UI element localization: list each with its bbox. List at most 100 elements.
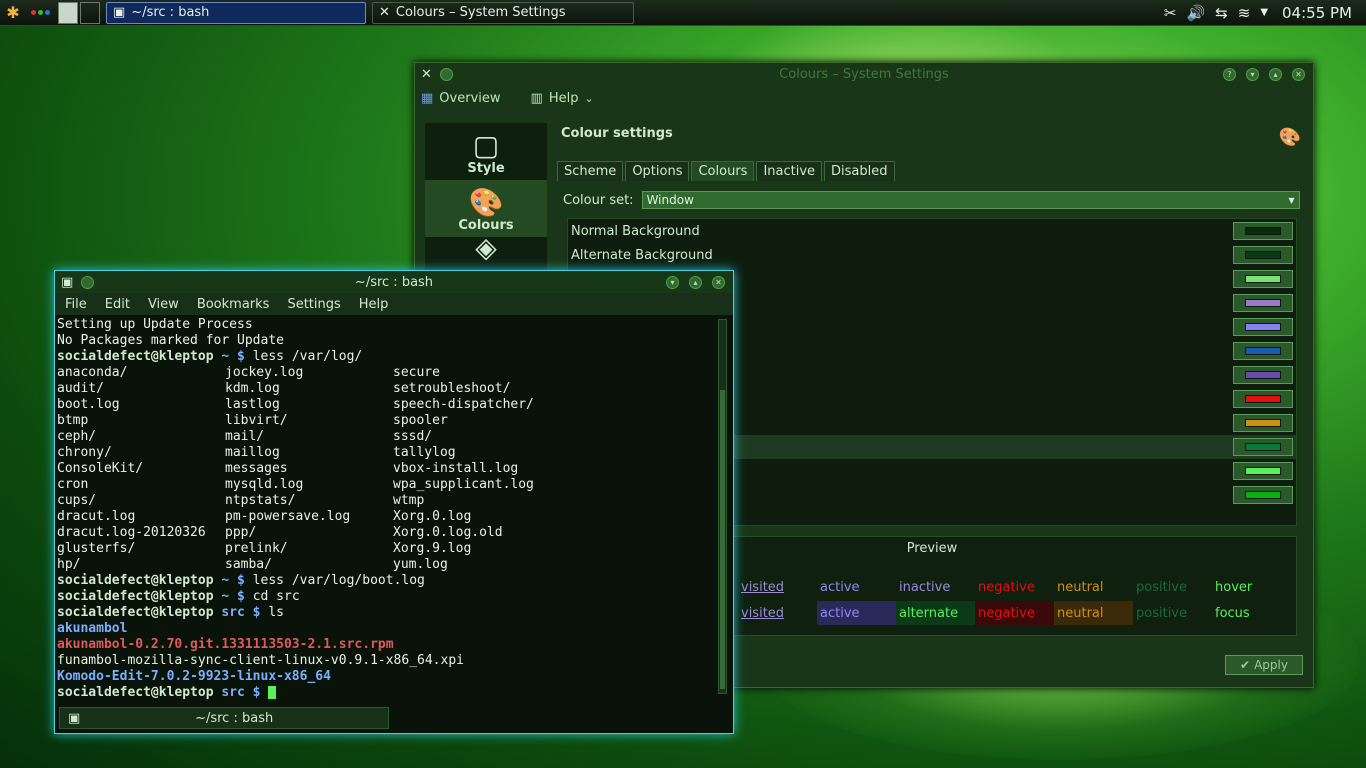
desktop-pager[interactable] [58,1,100,24]
pager-desktop-1[interactable] [58,1,78,24]
ls-entry: Xorg.0.log [393,509,472,524]
task-terminal[interactable]: ▣ ~/src : bash [106,1,366,24]
ls-row: glusterfs/prelink/Xorg.9.log [57,541,561,557]
usb-icon[interactable]: ⇆ [1215,4,1228,22]
terminal-title: ~/src : bash [354,274,434,290]
terminal-output[interactable]: Setting up Update Process No Packages mar… [57,317,561,701]
chevron-down-icon: ⌄ [584,92,594,105]
chevron-down-icon: ▾ [1288,193,1295,207]
colour-swatch-button[interactable] [1233,366,1293,384]
ls-entry: anaconda/ [57,365,128,380]
tab-inactive[interactable]: Inactive [756,161,823,181]
activities-icon[interactable] [26,0,54,26]
check-icon: ✔ [1240,658,1251,672]
terminal-session-tab[interactable]: ▣ ~/src : bash [59,707,389,729]
output-line: Setting up Update Process [57,317,253,332]
tab-bar: Scheme Options Colours Inactive Disabled [557,161,897,181]
colour-swatch [1245,443,1281,451]
ls-row: btmp libvirt/spooler [57,413,561,429]
ls-entry: libvirt/ [225,413,288,428]
ls-row: ceph/mail/sssd/ [57,429,561,445]
ls-entry: tallylog [393,445,456,460]
ls-entry: lastlog [225,397,280,412]
menu-help[interactable]: Help [359,297,389,312]
klipper-icon[interactable]: ✂ [1164,4,1177,22]
sidebar-item-style[interactable]: ▢ Style [425,123,547,180]
ls-entry: speech-dispatcher/ [393,397,534,412]
menu-edit[interactable]: Edit [105,297,130,312]
colour-swatch-button[interactable] [1233,486,1293,504]
tab-options[interactable]: Options [625,161,690,181]
clock[interactable]: 04:55 PM [1282,4,1352,22]
volume-icon[interactable]: 🔊 [1186,4,1205,22]
menu-bookmarks[interactable]: Bookmarks [197,297,270,312]
ls-entry: yum.log [393,557,448,572]
ls-row: boot.log lastlog speech-dispatcher/ [57,397,561,413]
menu-settings[interactable]: Settings [287,297,340,312]
tab-colours[interactable]: Colours [691,161,755,181]
ls-entry: Xorg.0.log.old [393,525,503,540]
preview-positive: positive [1136,579,1187,595]
scrollbar-thumb[interactable] [720,390,725,689]
session-tab-label: ~/src : bash [195,710,274,726]
ls-row: cron mysqld.log wpa_supplicant.log [57,477,561,493]
settings-title: Colours – System Settings [779,66,949,82]
ls-entry: setroubleshoot/ [393,381,511,396]
colour-swatch [1245,395,1281,403]
ls-entry: audit/ [57,381,104,396]
settings-titlebar[interactable]: ✕ Colours – System Settings ? ▾ ▴ ✕ [415,63,1313,85]
colour-swatch-button[interactable] [1233,246,1293,264]
sidebar-item-colours[interactable]: 🎨 Colours [425,180,547,237]
preview-positive: positive [1136,605,1187,621]
prompt-command: ls [268,605,284,620]
help-icon: ▥ [530,91,543,106]
colour-swatch-button[interactable] [1233,462,1293,480]
colour-set-select[interactable]: Window ▾ [641,191,1300,209]
tray-expand-icon[interactable]: ▼ [1260,7,1268,18]
colour-swatch [1245,251,1281,259]
sidebar-item-emoticon[interactable]: ◈ [425,233,547,267]
wifi-icon[interactable]: ≋ [1238,4,1251,22]
terminal-scrollbar[interactable] [718,319,727,694]
prompt-line: socialdefect@kleptop ~ $ cd src [57,589,561,605]
tools-icon: ✕ [379,5,390,20]
ls-entry: pm-powersave.log [225,509,351,524]
task-settings[interactable]: ✕ Colours – System Settings [372,1,634,24]
colour-swatch-button[interactable] [1233,318,1293,336]
menu-view[interactable]: View [148,297,179,312]
ls-entry: secure [393,365,440,380]
terminal-icon: ▣ [68,710,81,726]
colour-swatch-button[interactable] [1233,294,1293,312]
ls-entry: ppp/ [225,525,257,540]
prompt-command: cd src [252,589,300,604]
ls-row: hp/samba/yum.log [57,557,561,573]
preview-neutral: neutral [1054,601,1133,625]
ls-entry: mail/ [225,429,265,444]
ls-entry: ceph/ [57,429,97,444]
colour-swatch-button[interactable] [1233,390,1293,408]
colour-swatch-button[interactable] [1233,342,1293,360]
task-settings-label: Colours – System Settings [395,5,566,20]
prompt-dir: ~ $ [213,573,253,588]
tab-disabled[interactable]: Disabled [824,161,895,181]
colour-swatch [1245,347,1281,355]
pager-desktop-2[interactable] [80,1,100,24]
colour-swatch-button[interactable] [1233,438,1293,456]
preview-hover: hover [1215,579,1253,595]
colour-swatch-button[interactable] [1233,270,1293,288]
apply-button[interactable]: ✔ Apply [1225,655,1303,675]
terminal-titlebar[interactable]: ▣ ~/src : bash ▾ ▴ ✕ [55,271,733,293]
ls-entry: wpa_supplicant.log [393,477,534,492]
colour-role-row[interactable]: Normal Background [568,219,1296,243]
kde-menu-icon[interactable]: ✱ [0,0,26,26]
page-title: Colour settings [561,126,673,141]
colour-swatch-button[interactable] [1233,414,1293,432]
help-menu-button[interactable]: ▥ Help ⌄ [531,91,594,106]
ls-entry: dracut.log [57,509,136,524]
colour-swatch-button[interactable] [1233,222,1293,240]
menu-file[interactable]: File [65,297,87,312]
overview-button[interactable]: ▦ Overview [421,91,501,106]
tab-scheme[interactable]: Scheme [557,161,624,181]
colour-swatch [1245,419,1281,427]
colour-role-row[interactable]: Alternate Background [568,243,1296,267]
